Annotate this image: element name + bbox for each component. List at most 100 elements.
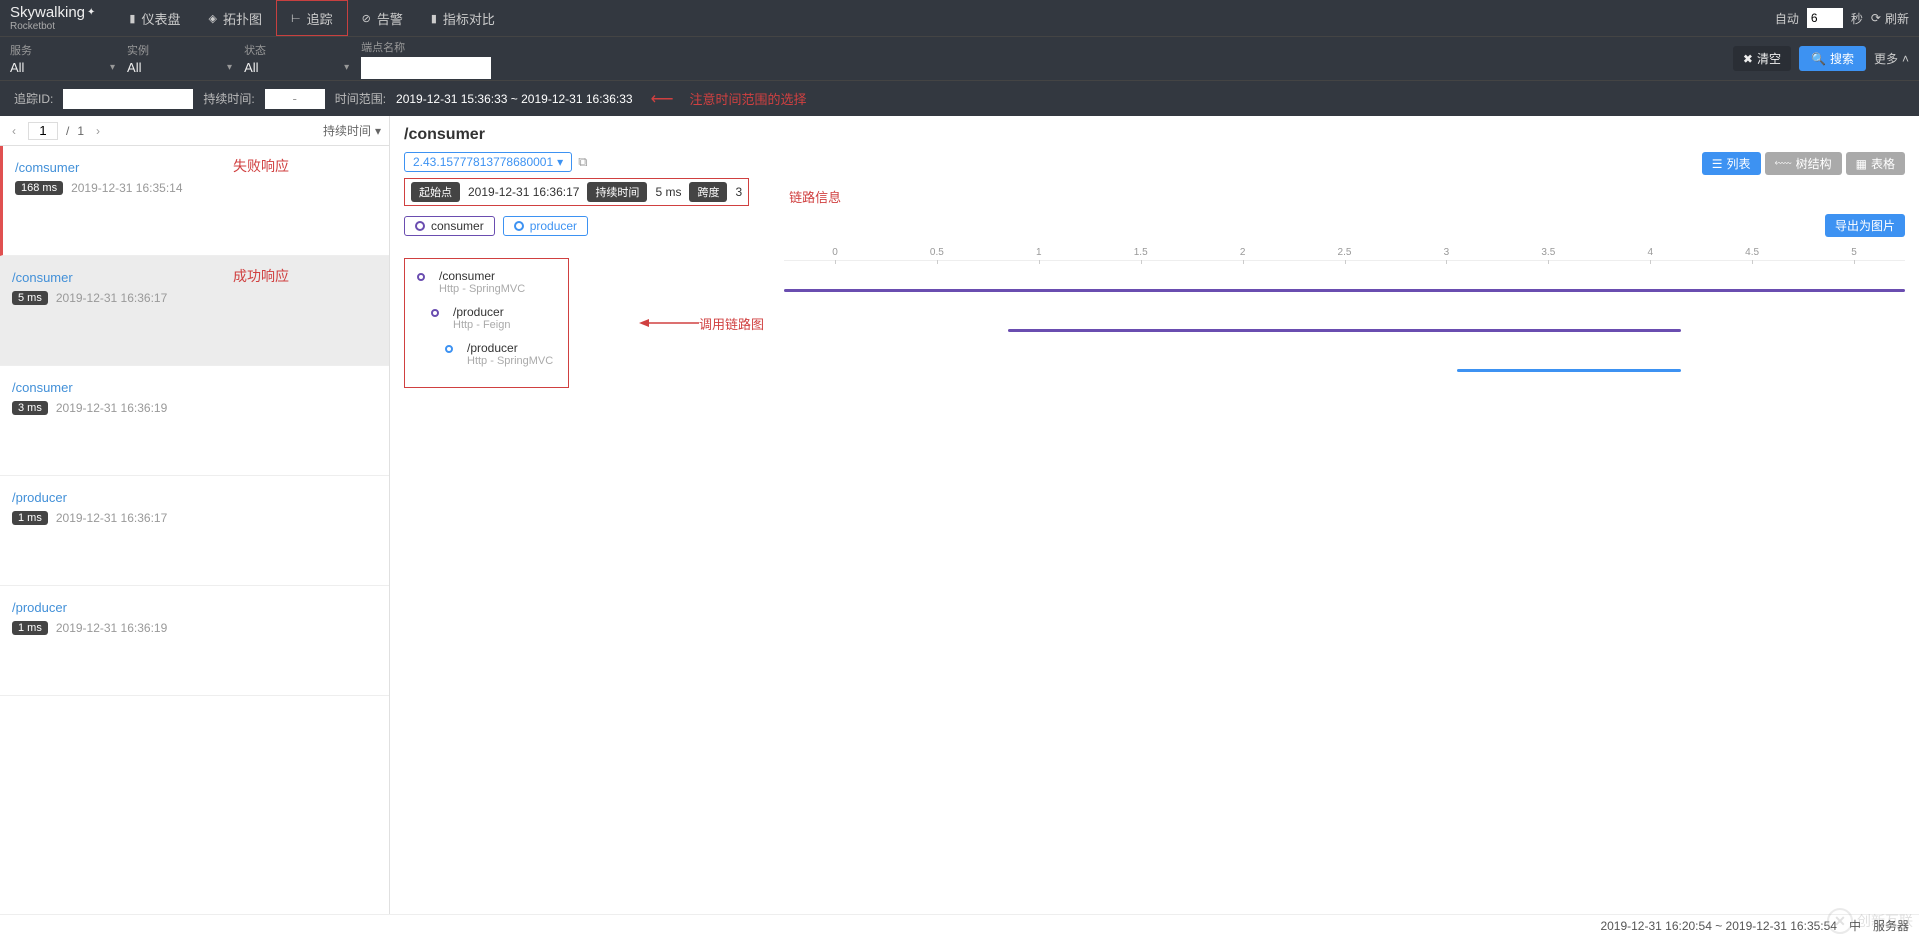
tab-table[interactable]: ▦表格 xyxy=(1846,152,1905,175)
span-dot-icon xyxy=(417,273,425,281)
chevron-down-icon: ▾ xyxy=(375,124,381,138)
nav-right: 自动 秒 ⟳刷新 xyxy=(1775,8,1909,28)
tick: 0 xyxy=(784,247,886,258)
filter-actions: ✖清空 🔍搜索 更多˄ xyxy=(1733,46,1909,71)
legend-dot-icon xyxy=(514,221,524,231)
copy-icon[interactable]: ⧉ xyxy=(578,154,587,170)
watermark-icon: ✕ xyxy=(1827,908,1853,934)
page-current-input[interactable] xyxy=(28,122,58,140)
service-label: 服务 xyxy=(10,42,115,58)
start-value: 2019-12-31 16:36:17 xyxy=(468,185,579,199)
trace-info-row: 起始点 2019-12-31 16:36:17 持续时间 5 ms 跨度 3 xyxy=(404,178,749,206)
info-annotation: 链路信息 xyxy=(789,187,841,206)
more-button[interactable]: 更多˄ xyxy=(1874,50,1909,67)
export-button[interactable]: 导出为图片 xyxy=(1825,214,1905,237)
nav-dashboard[interactable]: ▮仪表盘 xyxy=(115,0,194,36)
time-range-annotation: 注意时间范围的选择 xyxy=(690,89,807,108)
page-total: 1 xyxy=(77,124,84,138)
search-button[interactable]: 🔍搜索 xyxy=(1799,46,1866,71)
chart-area: /consumer Http - SpringMVC /producer Htt… xyxy=(404,247,1905,399)
status-select[interactable]: All xyxy=(244,60,344,75)
timeline-bar[interactable] xyxy=(1457,369,1681,372)
trace-item[interactable]: /consumer 3 ms2019-12-31 16:36:19 xyxy=(0,366,389,476)
topology-icon: ◈ xyxy=(209,12,217,25)
page-separator: / xyxy=(66,124,69,138)
trace-id-input[interactable] xyxy=(63,89,193,109)
nav-compare[interactable]: ▮指标对比 xyxy=(417,0,509,36)
span-node[interactable]: /producer Http - Feign xyxy=(453,305,554,331)
tick: 2.5 xyxy=(1294,247,1396,258)
trace-time: 2019-12-31 16:36:19 xyxy=(56,621,167,635)
tick: 4.5 xyxy=(1701,247,1803,258)
logo-text: Skywalking✦ xyxy=(10,4,95,21)
timeline-bar[interactable] xyxy=(1008,329,1681,332)
filter-service[interactable]: 服务 All▾ xyxy=(10,42,115,75)
tick: 1 xyxy=(988,247,1090,258)
watermark-text: 创新互联 xyxy=(1857,911,1913,931)
timeline-bar[interactable] xyxy=(784,289,1905,292)
tick: 3.5 xyxy=(1497,247,1599,258)
tick: 2 xyxy=(1192,247,1294,258)
endpoint-input[interactable] xyxy=(361,57,491,79)
view-tabs: ☰列表 ⬳树结构 ▦表格 xyxy=(1702,152,1905,175)
trace-id-selector[interactable]: 2.43.15777813778680001▾ xyxy=(404,152,572,172)
trace-id-row: 2.43.15777813778680001▾ ⧉ xyxy=(404,152,1905,172)
nav-trace[interactable]: ⊢追踪 xyxy=(276,0,348,36)
legend-row: consumer producer 导出为图片 xyxy=(404,214,1905,237)
duration-input[interactable] xyxy=(265,89,325,109)
span-name: /consumer xyxy=(439,269,554,283)
watermark: ✕ 创新互联 xyxy=(1827,908,1913,934)
trace-time: 2019-12-31 16:36:19 xyxy=(56,401,167,415)
trace-item[interactable]: /producer 1 ms2019-12-31 16:36:19 xyxy=(0,586,389,696)
logo: Skywalking✦ Rocketbot xyxy=(10,4,95,32)
main-content: ‹ / 1 › 持续时间▾ 失败响应 /comsumer 168 ms2019-… xyxy=(0,116,1919,914)
clear-button[interactable]: ✖清空 xyxy=(1733,46,1791,71)
span-node[interactable]: /producer Http - SpringMVC xyxy=(467,341,554,367)
trace-item[interactable]: /producer 1 ms2019-12-31 16:36:17 xyxy=(0,476,389,586)
footer: 2019-12-31 16:20:54 ~ 2019-12-31 16:35:5… xyxy=(0,914,1919,936)
search-bar: 追踪ID: 持续时间: 时间范围: 2019-12-31 15:36:33 ~ … xyxy=(0,80,1919,116)
page-prev[interactable]: ‹ xyxy=(8,124,20,138)
trace-icon: ⊢ xyxy=(291,12,301,25)
legend-dot-icon xyxy=(415,221,425,231)
compare-icon: ▮ xyxy=(431,12,437,25)
filter-status[interactable]: 状态 All▾ xyxy=(244,42,349,75)
chevron-down-icon: ▾ xyxy=(344,62,349,73)
duration-badge: 5 ms xyxy=(12,291,48,305)
trace-item[interactable]: 成功响应 /consumer 5 ms2019-12-31 16:36:17 xyxy=(0,256,389,366)
span-node[interactable]: /consumer Http - SpringMVC xyxy=(439,269,554,295)
tab-list[interactable]: ☰列表 xyxy=(1702,152,1761,175)
pagination: ‹ / 1 › 持续时间▾ xyxy=(0,116,389,146)
trace-annotation: 失败响应 xyxy=(233,156,289,176)
trace-item[interactable]: 失败响应 /comsumer 168 ms2019-12-31 16:35:14 xyxy=(0,146,389,256)
instance-select[interactable]: All xyxy=(127,60,227,75)
filter-bar: 服务 All▾ 实例 All▾ 状态 All▾ 端点名称 ✖清空 🔍搜索 更多˄ xyxy=(0,36,1919,80)
logo-subtitle: Rocketbot xyxy=(10,21,95,32)
span-dot-icon xyxy=(445,345,453,353)
seconds-label: 秒 xyxy=(1851,10,1863,27)
footer-time-range: 2019-12-31 16:20:54 ~ 2019-12-31 16:35:5… xyxy=(1600,919,1837,933)
span-proto: Http - SpringMVC xyxy=(467,355,554,367)
trace-time: 2019-12-31 16:35:14 xyxy=(71,181,182,195)
arrow-icon xyxy=(639,317,699,329)
service-select[interactable]: All xyxy=(10,60,110,75)
timeline-axis: 0 0.5 1 1.5 2 2.5 3 3.5 4 4.5 5 xyxy=(784,247,1905,261)
sort-dropdown[interactable]: 持续时间▾ xyxy=(323,122,381,139)
chevron-down-icon: ▾ xyxy=(557,155,563,169)
close-icon: ✖ xyxy=(1743,52,1753,66)
auto-refresh-input[interactable] xyxy=(1807,8,1843,28)
nav-topology[interactable]: ◈拓扑图 xyxy=(195,0,276,36)
refresh-button[interactable]: ⟳刷新 xyxy=(1871,10,1909,27)
nav-alarm[interactable]: ⊘告警 xyxy=(348,0,417,36)
time-range-value: 2019-12-31 15:36:33 ~ 2019-12-31 16:36:3… xyxy=(396,92,633,106)
duration-label: 持续时间: xyxy=(203,90,254,107)
page-next[interactable]: › xyxy=(92,124,104,138)
span-tree: /consumer Http - SpringMVC /producer Htt… xyxy=(404,258,569,388)
tab-tree[interactable]: ⬳树结构 xyxy=(1765,152,1842,175)
trace-name: /consumer xyxy=(12,380,377,395)
filter-instance[interactable]: 实例 All▾ xyxy=(127,42,232,75)
tick: 1.5 xyxy=(1090,247,1192,258)
span-proto: Http - Feign xyxy=(453,319,554,331)
endpoint-label: 端点名称 xyxy=(361,39,491,55)
status-label: 状态 xyxy=(244,42,349,58)
